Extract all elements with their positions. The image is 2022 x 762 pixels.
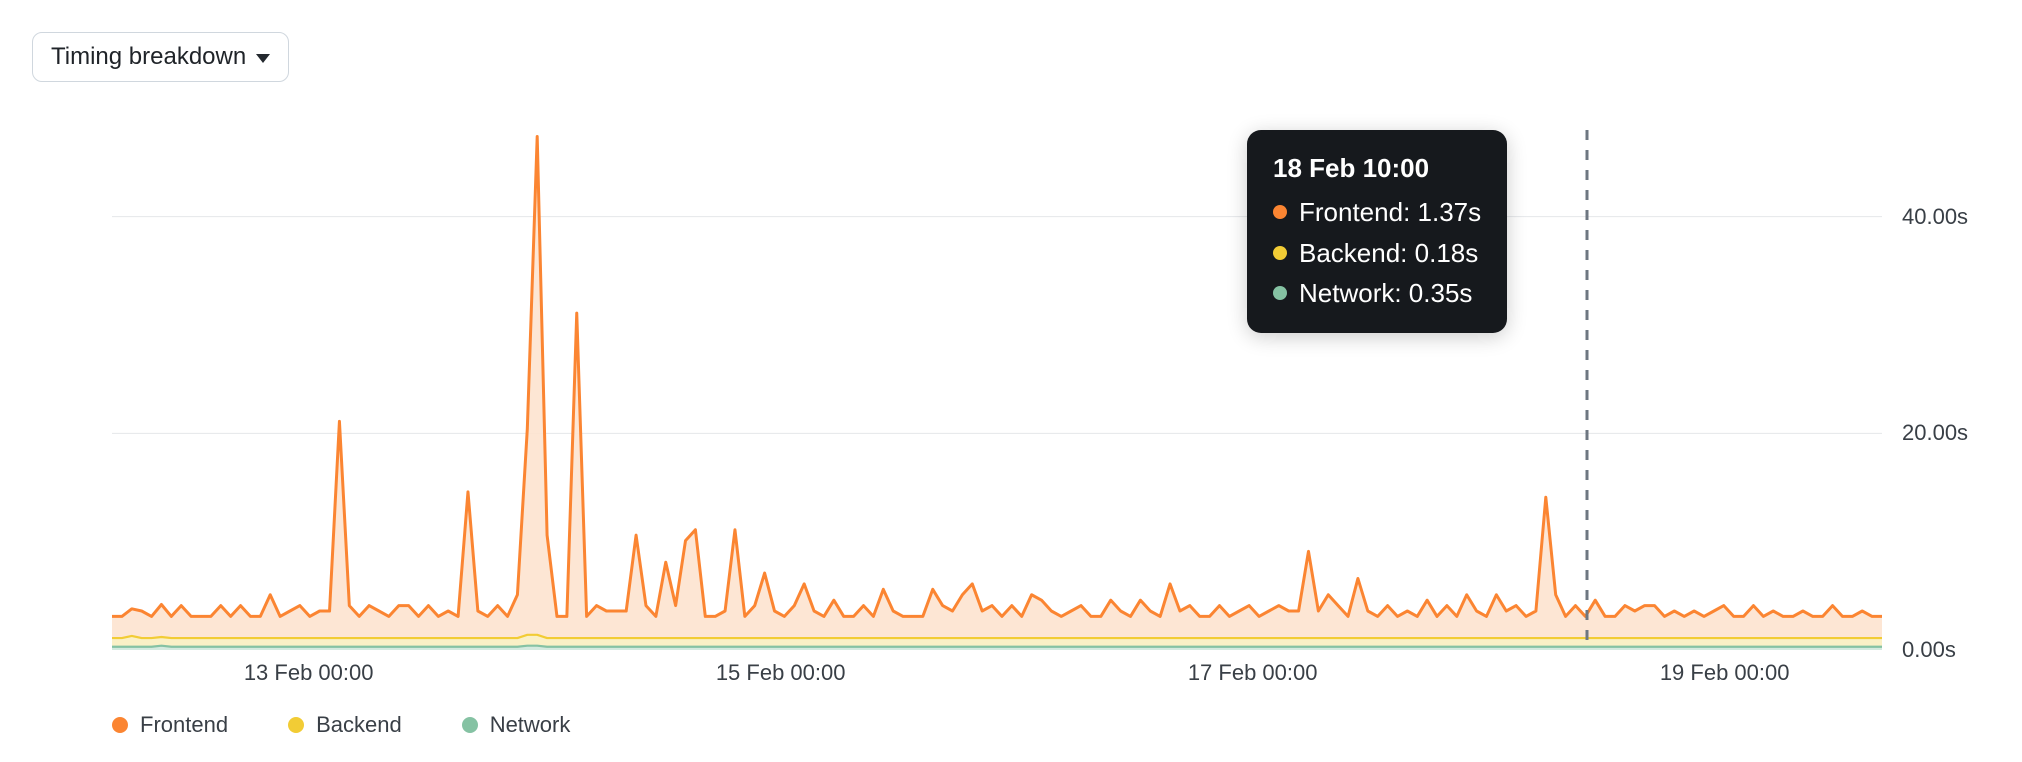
tooltip-row-backend: Backend: 0.18s (1273, 233, 1481, 273)
tooltip-timestamp: 18 Feb 10:00 (1273, 148, 1481, 188)
legend-dot-icon (462, 717, 478, 733)
legend-dot-icon (1273, 205, 1287, 219)
tooltip-frontend-label: Frontend: 1.37s (1299, 192, 1481, 232)
tooltip-row-network: Network: 0.35s (1273, 273, 1481, 313)
legend-backend-label: Backend (316, 712, 402, 738)
legend-frontend-label: Frontend (140, 712, 228, 738)
legend-item-backend[interactable]: Backend (288, 712, 402, 738)
tooltip-backend-label: Backend: 0.18s (1299, 233, 1478, 273)
x-axis-tick: 17 Feb 00:00 (1188, 660, 1318, 686)
legend-dot-icon (1273, 286, 1287, 300)
y-axis-tick: 0.00s (1902, 637, 1956, 663)
y-axis-tick: 40.00s (1902, 204, 1968, 230)
chevron-down-icon (256, 54, 270, 63)
x-axis-tick: 13 Feb 00:00 (244, 660, 374, 686)
dropdown-label: Timing breakdown (51, 43, 246, 71)
legend-dot-icon (112, 717, 128, 733)
tooltip-row-frontend: Frontend: 1.37s (1273, 192, 1481, 232)
legend-item-network[interactable]: Network (462, 712, 571, 738)
chart-legend: Frontend Backend Network (112, 712, 570, 738)
tooltip-network-label: Network: 0.35s (1299, 273, 1472, 313)
y-axis-tick: 20.00s (1902, 420, 1968, 446)
legend-network-label: Network (490, 712, 571, 738)
legend-item-frontend[interactable]: Frontend (112, 712, 228, 738)
legend-dot-icon (1273, 246, 1287, 260)
timing-chart[interactable]: 0.00s20.00s40.00s13 Feb 00:0015 Feb 00:0… (112, 130, 1882, 650)
legend-dot-icon (288, 717, 304, 733)
chart-tooltip: 18 Feb 10:00 Frontend: 1.37s Backend: 0.… (1247, 130, 1507, 333)
chart-type-dropdown[interactable]: Timing breakdown (32, 32, 289, 82)
x-axis-tick: 15 Feb 00:00 (716, 660, 846, 686)
x-axis-tick: 19 Feb 00:00 (1660, 660, 1790, 686)
